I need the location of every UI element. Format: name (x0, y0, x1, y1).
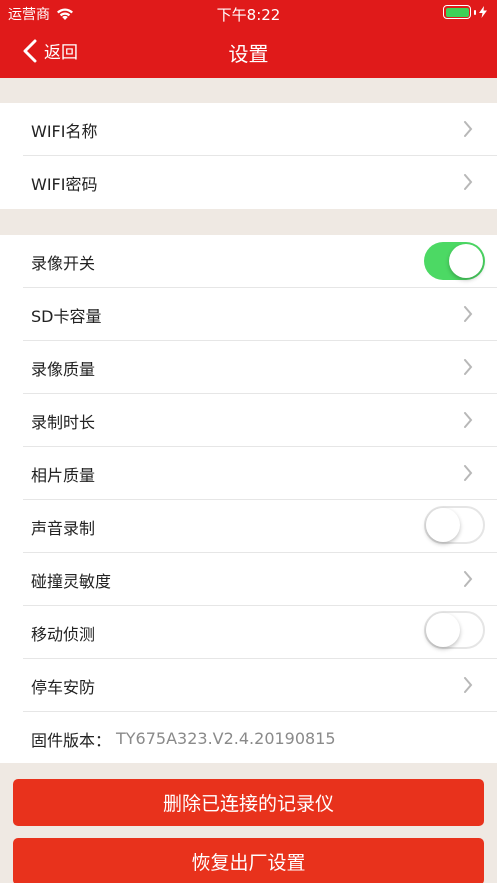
row-wifi-name[interactable]: WIFI名称 (0, 103, 497, 156)
chevron-right-icon (464, 465, 473, 481)
status-bar: 运营商 下午8:22 (0, 0, 497, 26)
row-recording-duration[interactable]: 录制时长 (0, 394, 497, 447)
row-parking-security[interactable]: 停车安防 (0, 659, 497, 712)
battery-indicator (443, 5, 487, 19)
chevron-right-icon (464, 412, 473, 428)
recording-settings-group: 录像开关 SD卡容量 录像质量 录制时长 相片质量 声音录制 碰撞灵敏度 移动侦… (0, 235, 497, 763)
row-wifi-password[interactable]: WIFI密码 (0, 156, 497, 209)
status-time: 下午8:22 (216, 6, 281, 24)
row-photo-quality[interactable]: 相片质量 (0, 447, 497, 500)
row-label: WIFI密码 (31, 174, 98, 194)
row-audio-recording: 声音录制 (0, 500, 497, 553)
delete-recorder-button[interactable]: 删除已连接的记录仪 (13, 779, 484, 826)
chevron-right-icon (464, 174, 473, 190)
chevron-right-icon (464, 121, 473, 137)
chevron-right-icon (464, 677, 473, 693)
row-motion-detection: 移动侦测 (0, 606, 497, 659)
audio-recording-toggle[interactable] (424, 506, 485, 544)
chevron-right-icon (464, 571, 473, 587)
battery-icon (443, 5, 471, 19)
header-bar: 运营商 下午8:22 返回 设置 (0, 0, 497, 78)
recording-toggle[interactable] (424, 242, 485, 280)
wifi-settings-group: WIFI名称 WIFI密码 (0, 103, 497, 209)
row-label: WIFI名称 (31, 121, 98, 141)
navigation-bar: 返回 设置 (0, 28, 497, 74)
row-label: 相片质量 (31, 465, 96, 485)
row-label: 录制时长 (31, 412, 96, 432)
page-title: 设置 (228, 42, 269, 66)
chevron-right-icon (464, 359, 473, 375)
row-label: 录像质量 (31, 359, 96, 379)
row-collision-sensitivity[interactable]: 碰撞灵敏度 (0, 553, 497, 606)
motion-detection-toggle[interactable] (424, 611, 485, 649)
row-label: 碰撞灵敏度 (31, 571, 112, 591)
row-label: 录像开关 (31, 253, 96, 273)
firmware-value: TY675A323.V2.4.20190815 (116, 729, 336, 748)
factory-reset-button[interactable]: 恢复出厂设置 (13, 838, 484, 883)
row-label: 声音录制 (31, 518, 96, 538)
chevron-right-icon (464, 306, 473, 322)
row-video-quality[interactable]: 录像质量 (0, 341, 497, 394)
row-recording-switch: 录像开关 (0, 235, 497, 288)
row-firmware-version: 固件版本： TY675A323.V2.4.20190815 (0, 712, 497, 765)
charging-bolt-icon (479, 6, 487, 18)
row-label: 移动侦测 (31, 624, 96, 644)
row-label: 停车安防 (31, 677, 96, 697)
row-sd-capacity[interactable]: SD卡容量 (0, 288, 497, 341)
firmware-label: 固件版本： (31, 730, 112, 750)
row-label: SD卡容量 (31, 306, 102, 326)
